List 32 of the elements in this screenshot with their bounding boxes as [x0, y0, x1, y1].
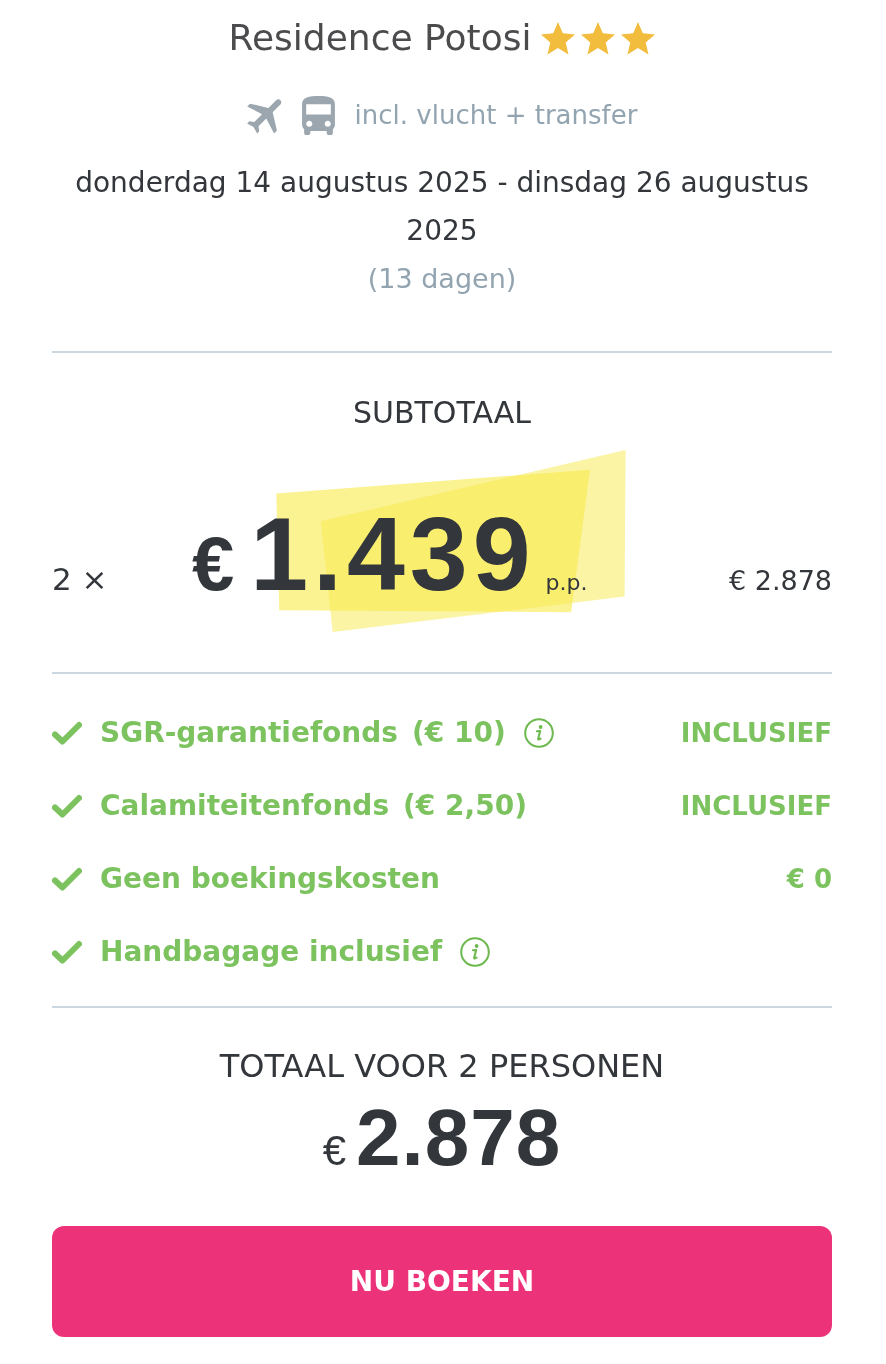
- star-icon: [621, 21, 656, 55]
- info-icon[interactable]: [460, 936, 491, 967]
- fee-amount: (€ 10): [411, 716, 506, 749]
- check-icon: [52, 939, 82, 964]
- per-person-label: p.p.: [545, 570, 588, 595]
- subtotal-heading: SUBTOTAAL: [351, 394, 533, 432]
- total-price: 2.878: [356, 1098, 562, 1178]
- check-icon: [52, 793, 82, 818]
- travel-dates: donderdag 14 augustus 2025 - dinsdag 26 augustus 2025: [74, 165, 810, 249]
- subtotal-amount: € 2.878: [728, 565, 832, 596]
- fee-label: Handbagage inclusief: [100, 935, 443, 968]
- star-icon: [581, 21, 616, 55]
- star-icon: [541, 21, 576, 55]
- check-icon: [52, 720, 82, 745]
- info-icon[interactable]: [523, 717, 554, 748]
- fee-label: Calamiteitenfonds: [100, 789, 390, 822]
- traveler-count: 2 ×: [52, 561, 109, 597]
- currency-symbol: €: [192, 526, 235, 602]
- bus-icon: [301, 95, 335, 135]
- fee-amount: (€ 2,50): [403, 789, 527, 822]
- fee-status: INCLUSIEF: [680, 790, 832, 821]
- travel-includes: incl. vlucht + transfer: [354, 100, 638, 130]
- trip-duration: (13 dagen): [366, 262, 518, 296]
- fee-label: SGR-garantiefonds: [100, 716, 398, 749]
- check-icon: [52, 866, 82, 891]
- fee-status: INCLUSIEF: [680, 717, 832, 748]
- book-now-button[interactable]: NU BOEKEN: [52, 1226, 832, 1337]
- currency-symbol: €: [322, 1127, 347, 1175]
- fee-status: € 0: [786, 863, 832, 894]
- fee-label: Geen boekingskosten: [100, 862, 440, 895]
- hotel-name: Residence Potosi: [228, 16, 532, 60]
- total-heading: TOTAAL VOOR 2 PERSONEN: [218, 1046, 666, 1086]
